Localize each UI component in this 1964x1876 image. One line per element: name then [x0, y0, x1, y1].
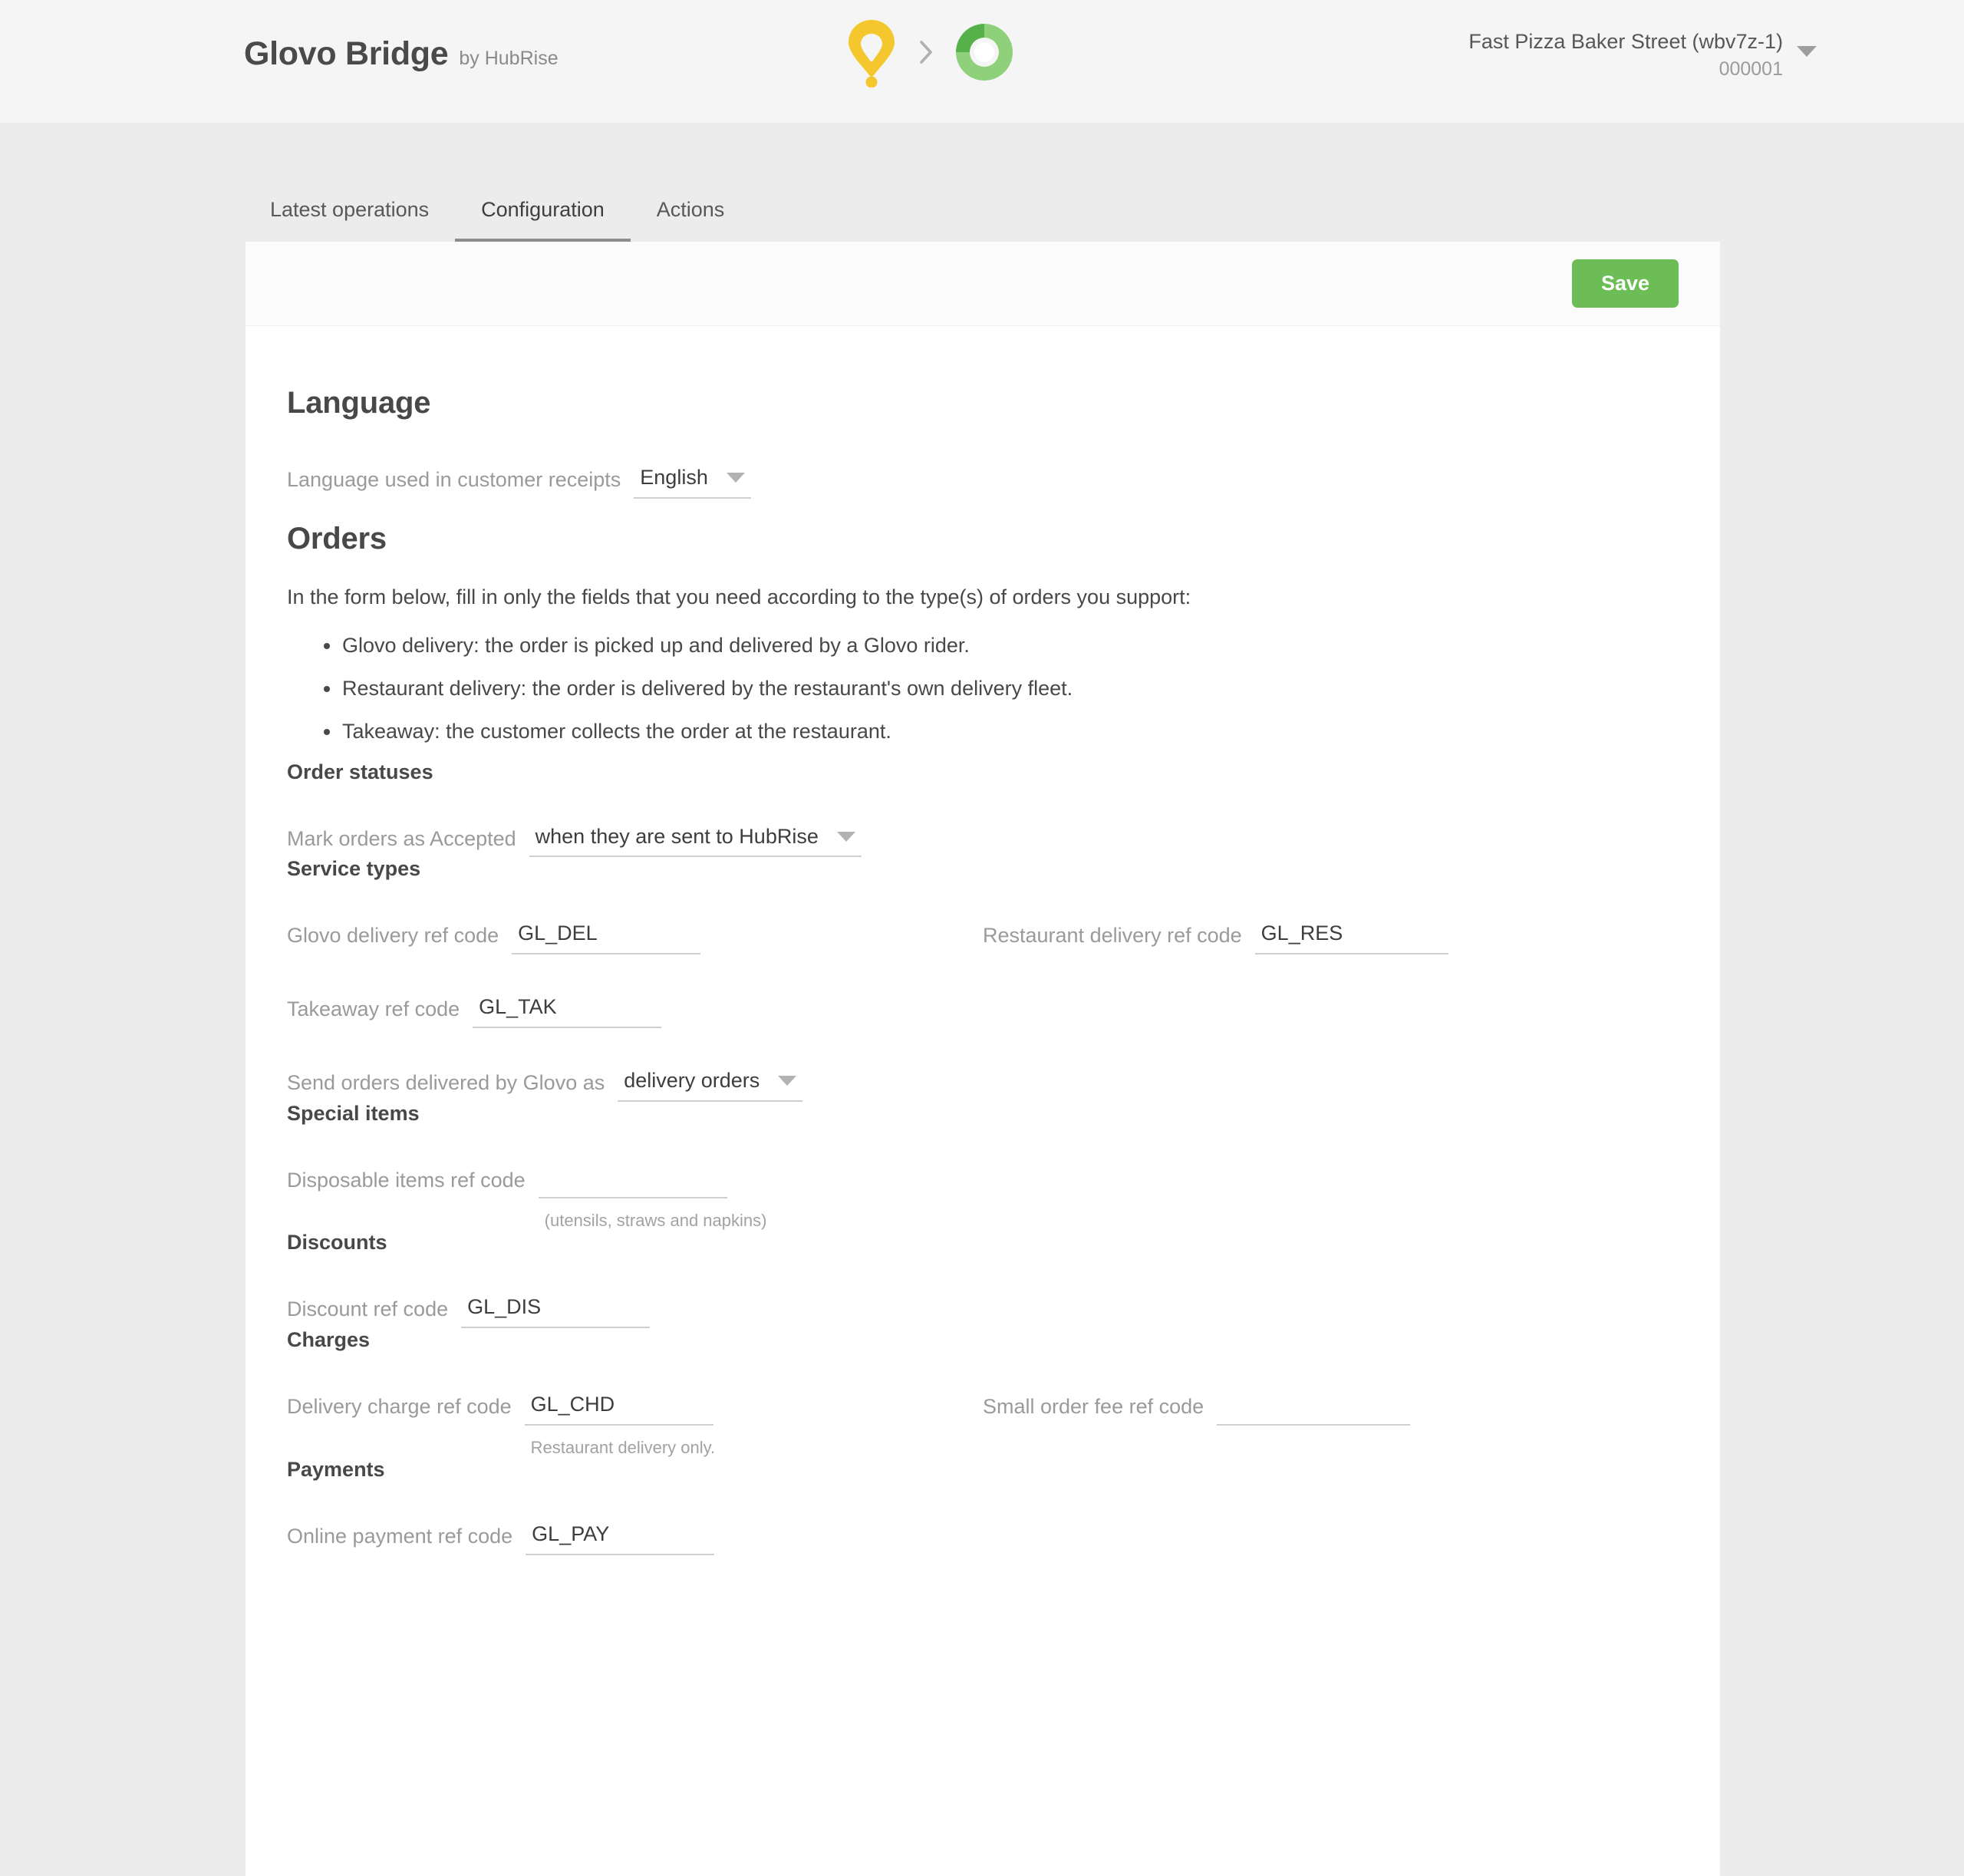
- discount-ref-label: Discount ref code: [287, 1297, 449, 1321]
- small-order-fee-col: Small order fee ref code: [983, 1392, 1679, 1458]
- app-title: Glovo Bridge: [244, 35, 449, 72]
- send-orders-as-select[interactable]: delivery orders: [618, 1068, 803, 1102]
- language-field-label: Language used in customer receipts: [287, 468, 621, 491]
- glovo-delivery-ref-input[interactable]: [512, 921, 701, 955]
- main-tabs: Latest operations Configuration Actions: [0, 123, 1964, 242]
- glovo-delivery-ref-label: Glovo delivery ref code: [287, 924, 499, 948]
- tab-configuration[interactable]: Configuration: [455, 198, 631, 242]
- list-item: Restaurant delivery: the order is delive…: [324, 674, 1679, 704]
- online-payment-control: [526, 1521, 715, 1555]
- list-item: Takeaway: the customer collects the orde…: [324, 717, 1679, 747]
- disposable-items-row: Disposable items ref code (utensils, str…: [287, 1165, 1679, 1231]
- takeaway-control: [473, 994, 662, 1028]
- mark-orders-accepted-value: when they are sent to HubRise: [535, 824, 819, 848]
- language-field-row: Language used in customer receipts Engli…: [287, 465, 1679, 499]
- takeaway-ref-label: Takeaway ref code: [287, 997, 460, 1021]
- caret-down-icon[interactable]: [1797, 46, 1817, 57]
- card-toolbar: Save: [246, 242, 1720, 326]
- restaurant-delivery-ref-label: Restaurant delivery ref code: [983, 924, 1242, 948]
- restaurant-delivery-row: Restaurant delivery ref code: [983, 921, 1679, 955]
- service-types-heading: Service types: [287, 857, 421, 881]
- small-order-fee-control: [1217, 1392, 1411, 1426]
- small-order-fee-ref-input[interactable]: [1217, 1392, 1411, 1426]
- delivery-charge-ref-input[interactable]: [524, 1392, 713, 1426]
- online-payment-ref-label: Online payment ref code: [287, 1524, 513, 1548]
- account-selector[interactable]: Fast Pizza Baker Street (wbv7z-1) 000001: [1468, 29, 1817, 81]
- list-item: Glovo delivery: the order is picked up a…: [324, 631, 1679, 661]
- chevron-right-icon: [920, 41, 932, 64]
- special-items-heading: Special items: [287, 1101, 420, 1125]
- mark-orders-accepted-label: Mark orders as Accepted: [287, 826, 516, 850]
- send-orders-as-value: delivery orders: [624, 1068, 760, 1092]
- send-orders-as-control: delivery orders: [618, 1068, 803, 1102]
- disposable-items-ref-label: Disposable items ref code: [287, 1168, 526, 1192]
- disposable-items-hint: (utensils, straws and napkins): [544, 1211, 767, 1231]
- delivery-charge-control: Restaurant delivery only.: [524, 1392, 716, 1458]
- disposable-items-ref-input[interactable]: [538, 1165, 727, 1199]
- restaurant-delivery-col: Restaurant delivery ref code: [983, 921, 1679, 955]
- hubrise-circle-icon: [956, 24, 1013, 81]
- send-orders-as-row: Send orders delivered by Glovo as delive…: [287, 1068, 1679, 1102]
- account-name: Fast Pizza Baker Street (wbv7z-1): [1468, 30, 1783, 53]
- service-types-grid: Glovo delivery ref code Restaurant deliv…: [287, 921, 1679, 955]
- tab-latest-operations[interactable]: Latest operations: [244, 198, 455, 242]
- discounts-heading: Discounts: [287, 1231, 387, 1255]
- discount-ref-input[interactable]: [461, 1294, 651, 1329]
- online-payment-ref-input[interactable]: [526, 1521, 715, 1555]
- mark-orders-accepted-control: when they are sent to HubRise: [529, 824, 862, 858]
- restaurant-delivery-ref-input[interactable]: [1254, 921, 1448, 955]
- delivery-charge-hint: Restaurant delivery only.: [530, 1437, 716, 1457]
- takeaway-row: Takeaway ref code: [287, 994, 1679, 1028]
- brand: Glovo Bridge by HubRise: [244, 35, 559, 73]
- delivery-charge-col: Delivery charge ref code Restaurant deli…: [287, 1392, 983, 1458]
- language-select-value: English: [640, 466, 708, 489]
- chevron-down-icon: [778, 1076, 797, 1086]
- mark-orders-accepted-row: Mark orders as Accepted when they are se…: [287, 824, 1679, 858]
- account-id: 000001: [1718, 58, 1783, 80]
- chevron-down-icon: [726, 473, 745, 483]
- glovo-delivery-control: [512, 921, 701, 955]
- mark-orders-accepted-select[interactable]: when they are sent to HubRise: [529, 824, 862, 858]
- glovo-pin-icon: [849, 20, 895, 87]
- connector-logos: [844, 17, 1016, 87]
- configuration-card: Save Language Language used in customer …: [246, 242, 1720, 1876]
- send-orders-as-label: Send orders delivered by Glovo as: [287, 1070, 605, 1094]
- discount-ref-control: [461, 1294, 651, 1329]
- discount-ref-row: Discount ref code: [287, 1294, 1679, 1329]
- small-order-fee-ref-label: Small order fee ref code: [983, 1395, 1204, 1419]
- app-header: Glovo Bridge by HubRise Fast Pizza Baker…: [0, 0, 1964, 123]
- payments-heading: Payments: [287, 1457, 385, 1481]
- charges-heading: Charges: [287, 1328, 371, 1352]
- orders-section-heading: Orders: [287, 521, 387, 556]
- language-field-control: English: [634, 465, 751, 499]
- delivery-charge-ref-label: Delivery charge ref code: [287, 1395, 512, 1419]
- save-button[interactable]: Save: [1571, 259, 1679, 308]
- glovo-delivery-row: Glovo delivery ref code: [287, 921, 983, 955]
- restaurant-delivery-control: [1254, 921, 1448, 955]
- account-texts: Fast Pizza Baker Street (wbv7z-1) 000001: [1468, 29, 1783, 81]
- chevron-down-icon: [836, 831, 855, 842]
- takeaway-ref-input[interactable]: [473, 994, 662, 1028]
- disposable-items-control: (utensils, straws and napkins): [538, 1165, 767, 1231]
- charges-grid: Delivery charge ref code Restaurant deli…: [287, 1392, 1679, 1458]
- configuration-form: Language Language used in customer recei…: [246, 326, 1720, 1601]
- glovo-delivery-col: Glovo delivery ref code: [287, 921, 983, 955]
- tab-actions[interactable]: Actions: [631, 198, 751, 242]
- app-subtitle: by HubRise: [459, 48, 559, 69]
- order-statuses-heading: Order statuses: [287, 760, 433, 783]
- orders-intro-text: In the form below, fill in only the fiel…: [287, 585, 1191, 608]
- language-section-heading: Language: [287, 386, 431, 420]
- small-order-fee-row: Small order fee ref code: [983, 1392, 1679, 1426]
- orders-bullet-list: Glovo delivery: the order is picked up a…: [287, 631, 1679, 747]
- online-payment-row: Online payment ref code: [287, 1521, 1679, 1555]
- language-select[interactable]: English: [634, 465, 751, 499]
- delivery-charge-row: Delivery charge ref code Restaurant deli…: [287, 1392, 983, 1458]
